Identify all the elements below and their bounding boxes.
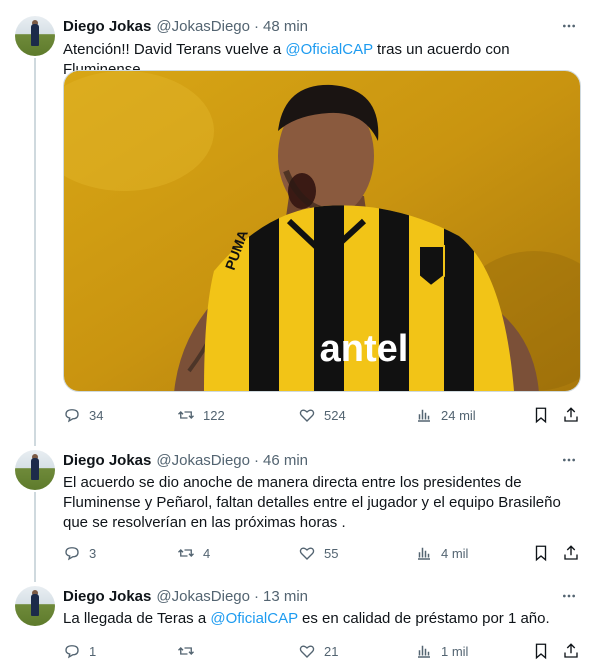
tweet-header: Diego Jokas @JokasDiego · 46 min [63,450,308,470]
views-icon [418,547,430,560]
author-handle[interactable]: @JokasDiego [156,588,250,605]
bookmark-button[interactable] [532,641,550,661]
like-count: 21 [324,643,339,659]
reply-button[interactable]: 1 [63,641,96,661]
share-icon [564,643,578,658]
tweet-actions: 1 21 1 mil [63,641,581,661]
bookmark-icon [535,545,547,562]
views-count: 24 mil [441,407,476,423]
views-icon [418,409,430,422]
share-button[interactable] [562,641,580,661]
separator: · [253,451,259,469]
like-icon [299,409,315,422]
tweet-header: Diego Jokas @JokasDiego · 13 min [63,586,308,606]
reply-icon [65,645,79,659]
share-icon [564,545,578,560]
bookmark-icon [535,407,547,424]
share-icon [564,407,578,422]
tweet-actions: 3 4 55 4 mil [63,543,581,563]
tweet-image[interactable]: antel PUMA [63,70,581,392]
views-icon [418,645,430,658]
reply-icon [65,547,79,561]
like-icon [299,547,315,560]
retweet-count: 4 [203,545,211,561]
retweet-icon [178,411,194,419]
like-count: 55 [324,545,339,561]
more-button[interactable] [559,16,579,36]
more-button[interactable] [559,450,579,470]
author-name[interactable]: Diego Jokas [63,588,151,605]
reply-count: 3 [89,545,97,561]
reply-icon [65,409,79,423]
tweet-text-line: El acuerdo se dio anoche de manera direc… [63,474,522,491]
author-name[interactable]: Diego Jokas [63,452,151,469]
share-button[interactable] [562,405,580,425]
tweet-text-line: Fluminense y Peñarol, faltan detalles en… [63,494,561,511]
tweet-text: El acuerdo se dio anoche de manera direc… [63,473,568,533]
tweet[interactable]: Diego Jokas @JokasDiego · 13 min La lleg… [0,576,595,671]
tweet-actions: 34 122 524 24 mil [63,405,581,425]
mention-link[interactable]: @OficialCAP [210,610,297,627]
separator: · [253,587,259,605]
author-handle[interactable]: @JokasDiego [156,452,250,469]
timestamp[interactable]: 46 min [263,452,308,469]
author-name[interactable]: Diego Jokas [63,18,151,35]
views-button[interactable]: 4 mil [415,543,468,563]
bookmark-button[interactable] [532,543,550,563]
like-button[interactable]: 524 [298,405,346,425]
tweet[interactable]: Diego Jokas @JokasDiego · 48 min Atenció… [0,0,595,440]
like-count: 524 [324,407,346,423]
avatar[interactable] [15,16,55,56]
retweet-button[interactable]: 122 [177,405,225,425]
views-button[interactable]: 24 mil [415,405,476,425]
mention-link[interactable]: @OficialCAP [285,41,372,58]
more-icon [563,24,575,28]
reply-count: 1 [89,643,97,659]
tweet-text: La llegada de Teras a @OficialCAP es en … [63,610,550,627]
views-count: 1 mil [441,643,469,659]
tweet-text-line: que se resolverían en las próximas horas… [63,514,346,531]
views-count: 4 mil [441,545,469,561]
bookmark-icon [535,643,547,660]
like-button[interactable]: 21 [298,641,338,661]
tweet[interactable]: Diego Jokas @JokasDiego · 46 min El acue… [0,440,595,580]
retweet-button[interactable] [177,641,203,661]
jersey-sponsor: antel [320,328,409,370]
like-icon [299,645,315,658]
share-button[interactable] [562,543,580,563]
reply-count: 34 [89,407,104,423]
football-player-photo: antel PUMA [64,71,580,391]
avatar[interactable] [15,450,55,490]
timestamp[interactable]: 48 min [263,18,308,35]
retweet-button[interactable]: 4 [177,543,210,563]
tweet-header: Diego Jokas @JokasDiego · 48 min [63,16,308,36]
retweet-count: 122 [203,407,225,423]
more-button[interactable] [559,586,579,606]
retweet-icon [178,647,194,655]
more-icon [563,458,575,462]
retweet-icon [178,549,194,557]
views-button[interactable]: 1 mil [415,641,468,661]
separator: · [253,17,259,35]
like-button[interactable]: 55 [298,543,338,563]
timestamp[interactable]: 13 min [263,588,308,605]
avatar[interactable] [15,586,55,626]
bookmark-button[interactable] [532,405,550,425]
reply-button[interactable]: 34 [63,405,103,425]
author-handle[interactable]: @JokasDiego [156,18,250,35]
reply-button[interactable]: 3 [63,543,96,563]
more-icon [563,594,575,598]
